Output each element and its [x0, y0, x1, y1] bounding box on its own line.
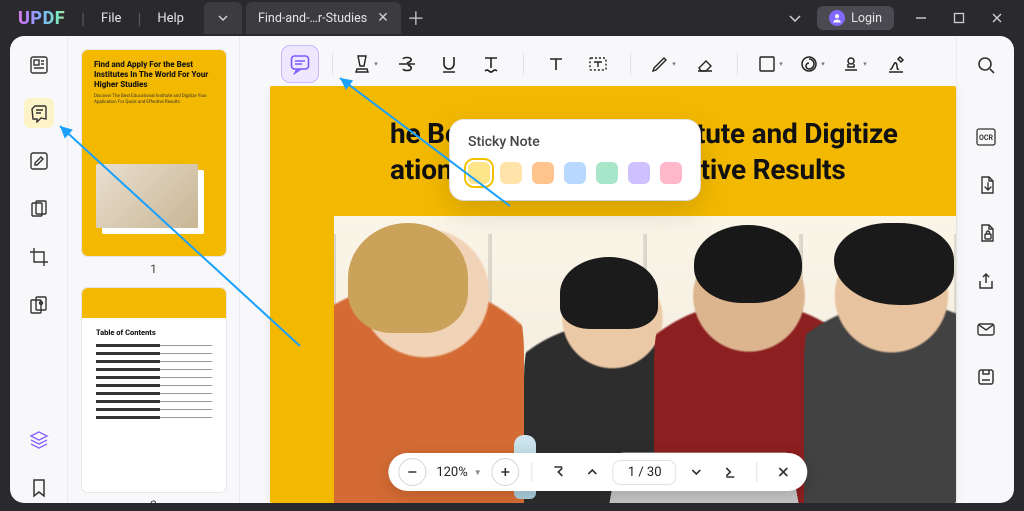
stamp-tool[interactable]: ▾: [794, 46, 830, 82]
login-label: Login: [851, 11, 882, 26]
workspace: Find and Apply For the Best Institutes I…: [10, 36, 1014, 503]
save-button[interactable]: [971, 362, 1001, 392]
underline-tool[interactable]: [431, 46, 467, 82]
avatar-icon: [829, 10, 845, 26]
convert-button[interactable]: [971, 170, 1001, 200]
bookmark-button[interactable]: [24, 473, 54, 503]
prev-page-button[interactable]: [579, 458, 607, 486]
document-area: ▾ ▾ ▾ ▾ ▾ Sticky Note: [240, 36, 956, 503]
zoom-bar: 120%▼ 1 / 30: [388, 453, 807, 491]
email-button[interactable]: [971, 314, 1001, 344]
app-logo: UPDF: [8, 8, 75, 29]
tab-dropdown-button[interactable]: [204, 2, 242, 34]
thumb2-label: 2: [82, 498, 225, 503]
thumb2-toc-title: Table of Contents: [96, 328, 212, 337]
right-rail: OCR: [956, 36, 1014, 503]
next-page-button[interactable]: [683, 458, 711, 486]
zoom-in-button[interactable]: [492, 458, 520, 486]
left-rail: [10, 36, 68, 503]
sticker-tool[interactable]: ▾: [836, 46, 872, 82]
window-maximize-button[interactable]: [940, 3, 978, 33]
form-tool-button[interactable]: [24, 290, 54, 320]
swatch-pink[interactable]: [660, 162, 682, 184]
swatch-purple[interactable]: [628, 162, 650, 184]
window-minimize-button[interactable]: [902, 3, 940, 33]
page-indicator[interactable]: 1 / 30: [613, 460, 677, 485]
swatch-green[interactable]: [596, 162, 618, 184]
swatch-amber[interactable]: [500, 162, 522, 184]
document-tab-title: Find-and-…r-Studies: [258, 11, 367, 26]
comment-tool-button[interactable]: [24, 98, 54, 128]
pencil-tool[interactable]: ▾: [645, 46, 681, 82]
thumb1-image: [96, 164, 198, 228]
squiggly-tool[interactable]: [473, 46, 509, 82]
tabstrip: Find-and-…r-Studies ✕ ＋: [204, 0, 431, 36]
menu-help[interactable]: Help: [147, 7, 194, 30]
edit-tool-button[interactable]: [24, 146, 54, 176]
textbox-tool[interactable]: [580, 46, 616, 82]
window-close-button[interactable]: [978, 3, 1016, 33]
titlebar: UPDF | File | Help Find-and-…r-Studies ✕…: [0, 0, 1024, 36]
tab-overflow-button[interactable]: [781, 11, 809, 26]
sticky-note-tool[interactable]: [282, 46, 318, 82]
menu-file[interactable]: File: [91, 7, 131, 30]
annotation-toolbar: ▾ ▾ ▾ ▾ ▾: [240, 42, 956, 86]
tab-close-icon[interactable]: ✕: [377, 10, 389, 26]
signature-tool[interactable]: [878, 46, 914, 82]
reader-tool-button[interactable]: [24, 50, 54, 80]
sticky-note-popover: Sticky Note: [450, 120, 700, 200]
swatch-blue[interactable]: [564, 162, 586, 184]
eraser-tool[interactable]: [687, 46, 723, 82]
thumb1-label: 1: [82, 262, 225, 276]
close-zoombar-button[interactable]: [770, 458, 798, 486]
highlighter-tool[interactable]: ▾: [347, 46, 383, 82]
svg-text:OCR: OCR: [979, 134, 993, 142]
ocr-button[interactable]: OCR: [971, 122, 1001, 152]
zoom-value[interactable]: 120%▼: [432, 465, 485, 480]
thumbnail-page-1[interactable]: Find and Apply For the Best Institutes I…: [82, 50, 226, 256]
text-tool[interactable]: [538, 46, 574, 82]
add-tab-button[interactable]: ＋: [401, 5, 431, 31]
shape-tool[interactable]: ▾: [752, 46, 788, 82]
search-button[interactable]: [971, 50, 1001, 80]
strikethrough-tool[interactable]: [389, 46, 425, 82]
first-page-button[interactable]: [545, 458, 573, 486]
popover-title: Sticky Note: [468, 134, 682, 150]
swatch-orange[interactable]: [532, 162, 554, 184]
layers-button[interactable]: [24, 425, 54, 455]
share-button[interactable]: [971, 266, 1001, 296]
last-page-button[interactable]: [717, 458, 745, 486]
thumb1-subtitle: Discover The Best Educational Institute …: [94, 94, 214, 105]
login-button[interactable]: Login: [817, 6, 894, 30]
protect-button[interactable]: [971, 218, 1001, 248]
thumbnail-panel: Find and Apply For the Best Institutes I…: [68, 36, 240, 503]
page-tool-button[interactable]: [24, 194, 54, 224]
thumb1-title: Find and Apply For the Best Institutes I…: [94, 60, 214, 90]
document-tab[interactable]: Find-and-…r-Studies ✕: [246, 2, 401, 34]
thumbnail-page-2[interactable]: Table of Contents: [82, 288, 226, 492]
swatch-yellow[interactable]: [468, 162, 490, 184]
crop-tool-button[interactable]: [24, 242, 54, 272]
color-swatches: [468, 162, 682, 184]
zoom-out-button[interactable]: [398, 458, 426, 486]
